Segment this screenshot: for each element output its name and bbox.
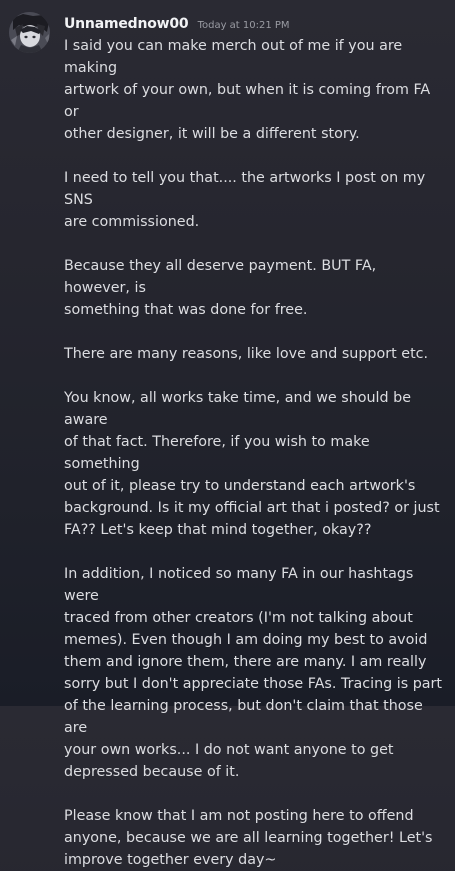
message-paragraph: Please know that I am not posting here t… (64, 808, 433, 868)
username[interactable]: Unnamednow00 (64, 16, 189, 32)
message-paragraph: I need to tell you that.... the artworks… (64, 170, 426, 230)
chat-message: Unnamednow00 Today at 10:21 PM I said yo… (0, 0, 455, 868)
message-body: I said you can make merch out of me if y… (64, 35, 444, 871)
message-paragraph: There are many reasons, like love and su… (64, 346, 429, 362)
message-paragraph: Because they all deserve payment. BUT FA… (64, 258, 377, 318)
message-paragraph: In addition, I noticed so many FA in our… (64, 566, 443, 780)
message-paragraph: I said you can make merch out of me if y… (64, 38, 431, 142)
timestamp[interactable]: Today at 10:21 PM (198, 20, 290, 31)
message-paragraph: You know, all works take time, and we sh… (64, 390, 440, 538)
avatar-image (9, 12, 50, 53)
avatar[interactable] (9, 12, 50, 53)
message-header: Unnamednow00 Today at 10:21 PM (64, 13, 290, 36)
